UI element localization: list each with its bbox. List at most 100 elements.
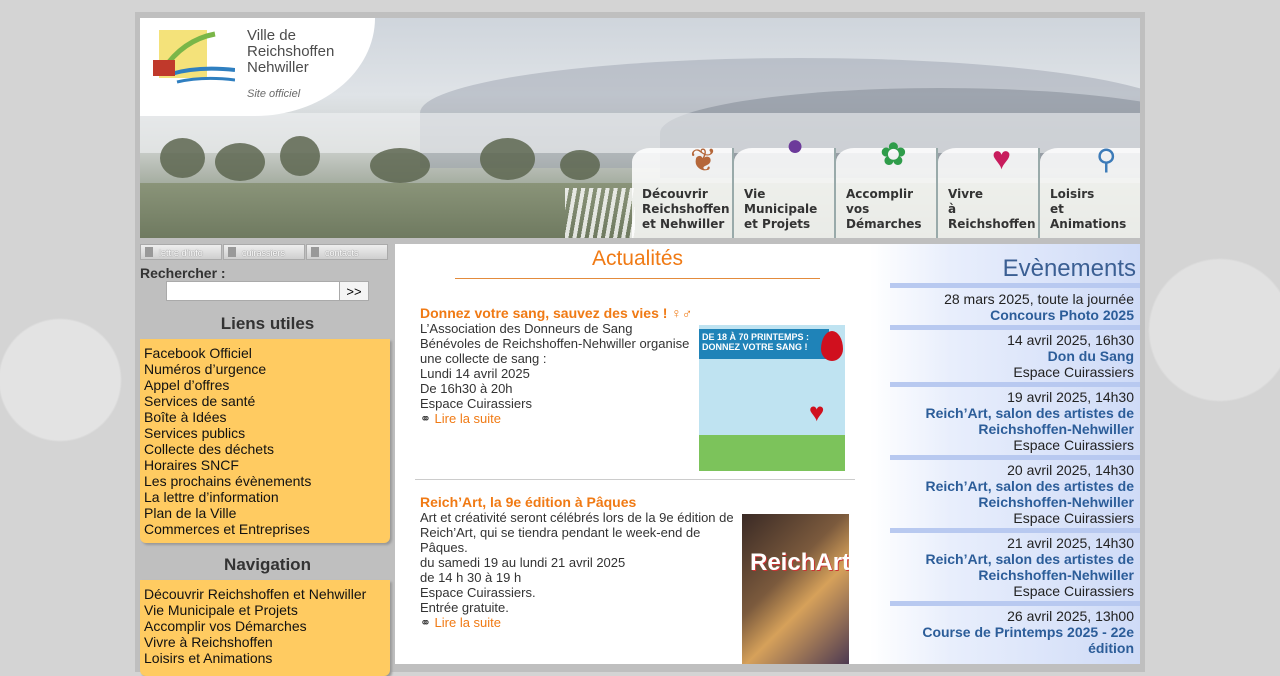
sidebar: Rechercher : >> Liens utiles Facebook Of… <box>140 262 395 676</box>
event-item: 26 avril 2025, 13h00 Course de Printemps… <box>884 608 1134 656</box>
event-item: 21 avril 2025, 14h30 Reich’Art, salon de… <box>884 535 1134 599</box>
search-input[interactable] <box>166 281 340 301</box>
event-band <box>890 528 1140 533</box>
logo-line: Reichshoffen <box>247 43 335 60</box>
link-sante[interactable]: Services de santé <box>140 393 390 409</box>
article-body: Art et créativité seront célébrés lors d… <box>420 510 734 630</box>
event-band <box>890 455 1140 460</box>
article-title-link[interactable]: Reich’Art, la 9e édition à Pâques <box>420 494 636 510</box>
nav-link-decouvrir[interactable]: Découvrir Reichshoffen et Nehwiller <box>140 586 390 602</box>
link-icon: ⚭ <box>420 615 431 630</box>
events-section: Evènements 28 mars 2025, toute la journé… <box>870 244 1140 664</box>
site-logo-link[interactable]: Ville de Reichshoffen Nehwiller Site off… <box>140 18 375 116</box>
nav-link-vie-municipale[interactable]: Vie Municipale et Projets <box>140 602 390 618</box>
tree <box>480 138 535 180</box>
event-link[interactable]: Course de Printemps 2025 - 22e édition <box>884 624 1134 656</box>
read-more-link[interactable]: Lire la suite <box>435 615 501 630</box>
grass <box>699 435 845 471</box>
page-title: Actualités <box>591 247 684 270</box>
link-services-publics[interactable]: Services publics <box>140 425 390 441</box>
event-item: 19 avril 2025, 14h30 Reich’Art, salon de… <box>884 389 1134 453</box>
city-logo-icon <box>153 30 235 84</box>
event-item: 14 avril 2025, 16h30 Don du Sang Espace … <box>884 332 1134 380</box>
tab-label: Vie Municipale et Projets <box>744 187 818 231</box>
link-sncf[interactable]: Horaires SNCF <box>140 457 390 473</box>
read-more-link[interactable]: Lire la suite <box>435 411 501 426</box>
logo-line: Ville de <box>247 27 296 44</box>
arrow-icon <box>228 247 236 257</box>
link-icon: ⚭ <box>420 411 431 426</box>
leaf-icon: ❦ <box>690 142 717 178</box>
tree <box>560 150 600 180</box>
article-image[interactable]: ReichArt <box>742 514 849 664</box>
event-link[interactable]: Don du Sang <box>884 348 1134 364</box>
contacts-link[interactable]: contacts <box>306 244 388 260</box>
event-item: 20 avril 2025, 14h30 Reich’Art, salon de… <box>884 462 1134 526</box>
event-link[interactable]: Reich’Art, salon des artistes de Reichsho… <box>884 478 1134 510</box>
event-link[interactable]: Reich’Art, salon des artistes de Reichsho… <box>884 405 1134 437</box>
search-button[interactable]: >> <box>339 281 369 301</box>
tab-demarches[interactable]: ✿ Accomplir vos Démarches <box>836 138 938 238</box>
events-title: Evènements <box>1002 255 1136 282</box>
article-image[interactable]: DE 18 À 70 PRINTEMPS : DONNEZ VOTRE SANG… <box>699 325 845 471</box>
cuirassiers-link[interactable]: cuirassiers <box>223 244 305 260</box>
link-plan[interactable]: Plan de la Ville <box>140 505 390 521</box>
link-dechets[interactable]: Collecte des déchets <box>140 441 390 457</box>
heart-icon: ♥ <box>809 397 825 427</box>
site-header: Ville de Reichshoffen Nehwiller Site off… <box>140 18 1140 238</box>
tab-label: Vivre à Reichshoffen <box>948 187 1036 231</box>
tab-label: Accomplir vos Démarches <box>846 187 922 231</box>
tree <box>160 138 205 178</box>
link-appel-offres[interactable]: Appel d’offres <box>140 377 390 393</box>
nav-link-vivre[interactable]: Vivre à Reichshoffen <box>140 634 390 650</box>
plant-icon: ✿ <box>880 136 907 172</box>
tree <box>280 136 320 176</box>
event-item: 28 mars 2025, toute la journée Concours … <box>884 291 1134 323</box>
navigation-title: Navigation <box>224 555 311 574</box>
link-lettre[interactable]: La lettre d’information <box>140 489 390 505</box>
link-urgence[interactable]: Numéros d’urgence <box>140 361 390 377</box>
grapes-icon: ● <box>786 129 805 162</box>
event-band <box>890 382 1140 387</box>
article-divider <box>415 479 855 480</box>
title-divider <box>455 278 820 279</box>
tab-vie-municipale[interactable]: ● Vie Municipale et Projets <box>734 130 836 238</box>
tree <box>215 143 265 181</box>
nav-link-demarches[interactable]: Accomplir vos Démarches <box>140 618 390 634</box>
tab-label: Loisirs et Animations <box>1050 187 1127 231</box>
link-facebook[interactable]: Facebook Officiel <box>140 345 390 361</box>
article-body: L’Association des Donneurs de Sang Bénév… <box>420 321 690 426</box>
poster-text: DE 18 À 70 PRINTEMPS : DONNEZ VOTRE SANG… <box>699 329 829 359</box>
bicycle-icon: ⚲ <box>1096 144 1117 175</box>
tab-label: Découvrir Reichshoffen et Nehwiller <box>642 187 730 231</box>
event-band <box>890 325 1140 330</box>
news-section: Actualités Donnez votre sang, sauvez des… <box>395 244 870 664</box>
link-boite-idees[interactable]: Boîte à Idées <box>140 409 390 425</box>
event-link[interactable]: Concours Photo 2025 <box>884 307 1134 323</box>
navigation-list: Découvrir Reichshoffen et Nehwiller Vie … <box>140 580 390 676</box>
tree <box>370 148 430 183</box>
link-evenements[interactable]: Les prochains évènements <box>140 473 390 489</box>
decorative-fan <box>565 188 635 238</box>
logo-line: Nehwiller <box>247 59 309 76</box>
logo-subtitle: Site officiel <box>247 88 301 100</box>
useful-links-list: Facebook Officiel Numéros d’urgence Appe… <box>140 339 390 543</box>
poster-text: ReichArt <box>750 549 849 576</box>
tab-decouvrir[interactable]: ❦ Découvrir Reichshoffen et Nehwiller <box>632 144 734 238</box>
blood-drop-icon <box>821 331 843 361</box>
nav-link-loisirs[interactable]: Loisirs et Animations <box>140 650 390 666</box>
event-link[interactable]: Reich’Art, salon des artistes de Reichsho… <box>884 551 1134 583</box>
tab-loisirs[interactable]: ⚲ Loisirs et Animations <box>1040 144 1140 238</box>
link-commerces[interactable]: Commerces et Entreprises <box>140 521 390 537</box>
mail-icon <box>311 247 319 257</box>
tab-vivre[interactable]: ♥ Vivre à Reichshoffen <box>938 142 1040 238</box>
search-label: Rechercher : <box>140 265 226 281</box>
article-title-link[interactable]: Donnez votre sang, sauvez des vies ! ♀‍♂ <box>420 305 692 321</box>
document-icon <box>145 247 153 257</box>
butterfly-icon: ♥ <box>992 140 1011 176</box>
logo-text: Ville de Reichshoffen Nehwiller <box>247 28 334 76</box>
useful-links-title: Liens utiles <box>220 314 315 333</box>
newsletter-link[interactable]: lettre d'info <box>140 244 222 260</box>
quicklinks-bar: lettre d'info cuirassiers contacts <box>140 244 390 261</box>
event-band <box>890 283 1140 288</box>
